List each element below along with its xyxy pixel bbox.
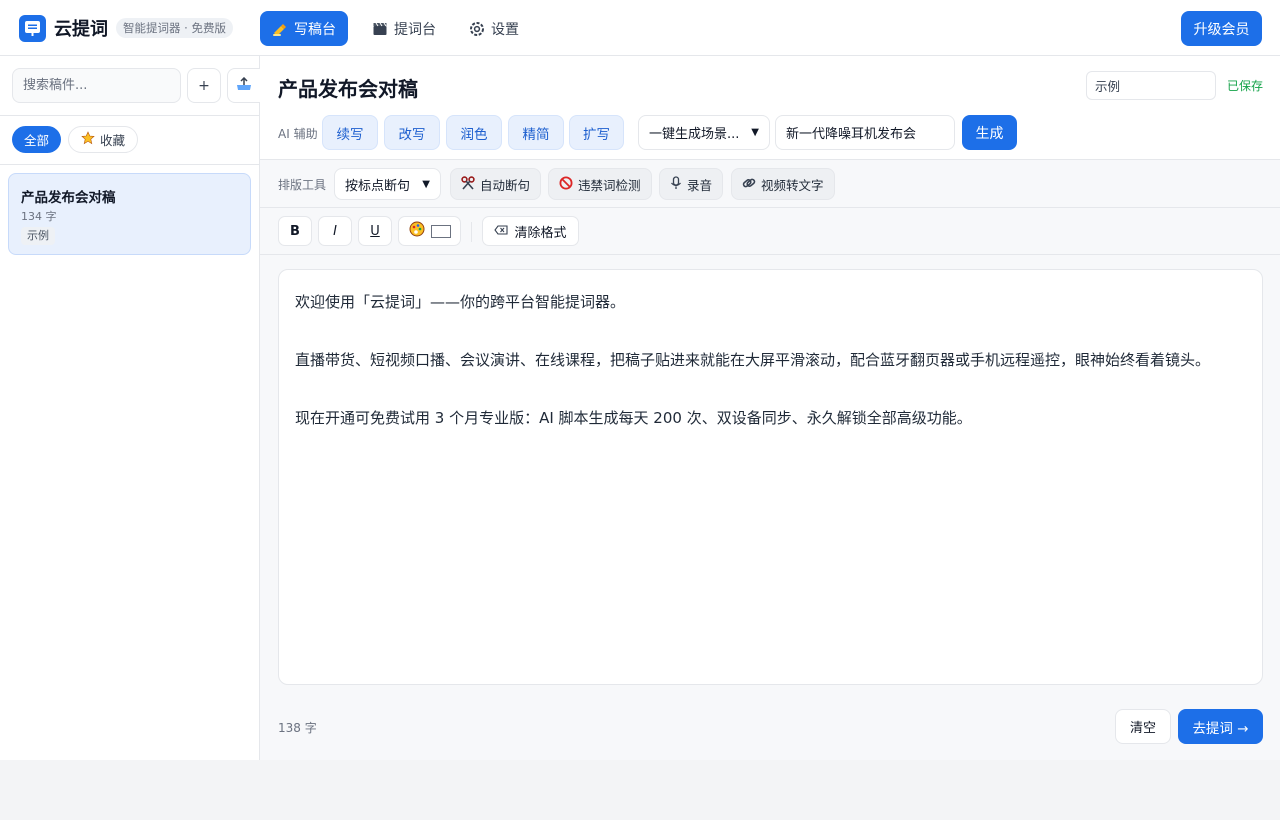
save-status: 已保存 [1227, 79, 1264, 93]
topic-input[interactable] [775, 115, 955, 150]
banned-words-button[interactable]: 违禁词检测 [548, 168, 652, 200]
gear-icon [469, 21, 485, 37]
tool-label: 录音 [687, 177, 713, 193]
go-to-prompter-button[interactable]: 去提词 → [1178, 709, 1263, 744]
app-logo-icon [19, 15, 46, 42]
nav-tab-label: 写稿台 [294, 21, 336, 38]
char-count: 138 字 [278, 721, 317, 735]
italic-button[interactable]: I [318, 216, 352, 246]
upgrade-button[interactable]: 升级会员 [1181, 11, 1262, 46]
scene-select[interactable]: 一键生成场景... ▼ [638, 115, 770, 150]
nav-tab-label: 设置 [491, 21, 519, 38]
clear-format-label: 清除格式 [514, 225, 567, 241]
nav-tab-writing[interactable]: 写稿台 [260, 11, 348, 46]
tool-label: 视频转文字 [761, 177, 824, 193]
app-name: 云提词 [54, 19, 108, 40]
eraser-icon [494, 224, 509, 239]
ai-rewrite-button[interactable]: 改写 [384, 115, 440, 150]
sidebar: + 全部 收藏 产品发布会对稿 134 字 示例 [0, 56, 260, 760]
filter-label: 收藏 [100, 133, 126, 148]
auto-break-button[interactable]: 自动断句 [450, 168, 542, 200]
scene-select-value: 一键生成场景... [649, 127, 740, 142]
tray-upload-icon [236, 76, 252, 95]
star-icon [81, 131, 95, 148]
editor-paragraph: 直播带货、短视频口播、会议演讲、在线课程，把稿子贴进来就能在大屏平滑滚动，配合蓝… [295, 351, 1211, 369]
import-button[interactable] [227, 68, 260, 103]
writing-hand-icon [272, 21, 288, 37]
prohibited-icon [559, 176, 573, 193]
nav-tab-label: 提词台 [394, 21, 436, 38]
doc-tag: 示例 [21, 227, 55, 245]
link-icon [742, 176, 756, 193]
nav-tab-settings[interactable]: 设置 [457, 11, 531, 46]
ai-expand-button[interactable]: 扩写 [569, 115, 624, 150]
search-input[interactable] [12, 68, 181, 103]
layout-tools-label: 排版工具 [278, 178, 327, 192]
doc-word-count: 134 字 [21, 210, 57, 223]
clear-button[interactable]: 清空 [1115, 709, 1171, 744]
editor-paragraph: 欢迎使用「云提词」——你的跨平台智能提词器。 [295, 293, 626, 311]
doc-title: 产品发布会对稿 [21, 190, 116, 206]
tag-input[interactable] [1086, 71, 1216, 100]
generate-button[interactable]: 生成 [962, 115, 1017, 150]
editor-panel: 产品发布会对稿 已保存 AI 辅助 续写 改写 润色 精简 扩写 一键生成场景.… [260, 56, 1280, 760]
palette-icon [409, 221, 425, 241]
ai-continue-button[interactable]: 续写 [322, 115, 378, 150]
chevron-down-icon: ▼ [751, 127, 759, 138]
doc-heading[interactable]: 产品发布会对稿 [278, 73, 418, 102]
format-toolbar: B I U 清除格式 [260, 208, 1280, 255]
underline-button[interactable]: U [358, 216, 392, 246]
ai-polish-button[interactable]: 润色 [446, 115, 502, 150]
bold-button[interactable]: B [278, 216, 312, 246]
divider [471, 222, 472, 242]
record-button[interactable]: 录音 [659, 168, 724, 200]
filter-all[interactable]: 全部 [12, 126, 62, 153]
top-bar: 云提词 智能提词器 · 免费版 写稿台 提词台 设置 升级会员 [0, 0, 1280, 56]
microphone-icon [670, 175, 682, 193]
tool-label: 违禁词检测 [578, 177, 641, 193]
nav-tab-prompter[interactable]: 提词台 [360, 11, 448, 46]
doc-list-item[interactable]: 产品发布会对稿 134 字 示例 [8, 173, 251, 255]
divider [0, 115, 260, 116]
divider [0, 164, 260, 165]
scissors-icon [461, 175, 475, 193]
add-doc-button[interactable]: + [187, 68, 221, 103]
filter-favorites[interactable]: 收藏 [68, 126, 139, 153]
ai-assist-label: AI 辅助 [278, 127, 318, 141]
color-picker-button[interactable] [398, 216, 461, 246]
video-to-text-button[interactable]: 视频转文字 [731, 168, 835, 200]
ai-condense-button[interactable]: 精简 [508, 115, 564, 150]
layout-toolbar: 排版工具 按标点断句 ▼ 自动断句 违禁词检测 录音 视频转文字 [260, 159, 1280, 208]
break-mode-select[interactable]: 按标点断句 ▼ [334, 168, 441, 200]
editor-header: 产品发布会对稿 已保存 AI 辅助 续写 改写 润色 精简 扩写 一键生成场景.… [260, 56, 1280, 159]
tool-label: 自动断句 [480, 177, 531, 193]
clapperboard-icon [372, 21, 388, 37]
plan-badge: 智能提词器 · 免费版 [116, 18, 233, 38]
chevron-down-icon: ▼ [422, 178, 430, 190]
clear-format-button[interactable]: 清除格式 [482, 216, 579, 246]
color-swatch [430, 224, 451, 238]
editor-paragraph: 现在开通可免费试用 3 个月专业版：AI 脚本生成每天 200 次、双设备同步、… [295, 409, 972, 427]
script-editor[interactable]: 欢迎使用「云提词」——你的跨平台智能提词器。 直播带货、短视频口播、会议演讲、在… [278, 269, 1263, 685]
break-mode-value: 按标点断句 [345, 178, 411, 194]
filter-label: 全部 [24, 133, 50, 148]
